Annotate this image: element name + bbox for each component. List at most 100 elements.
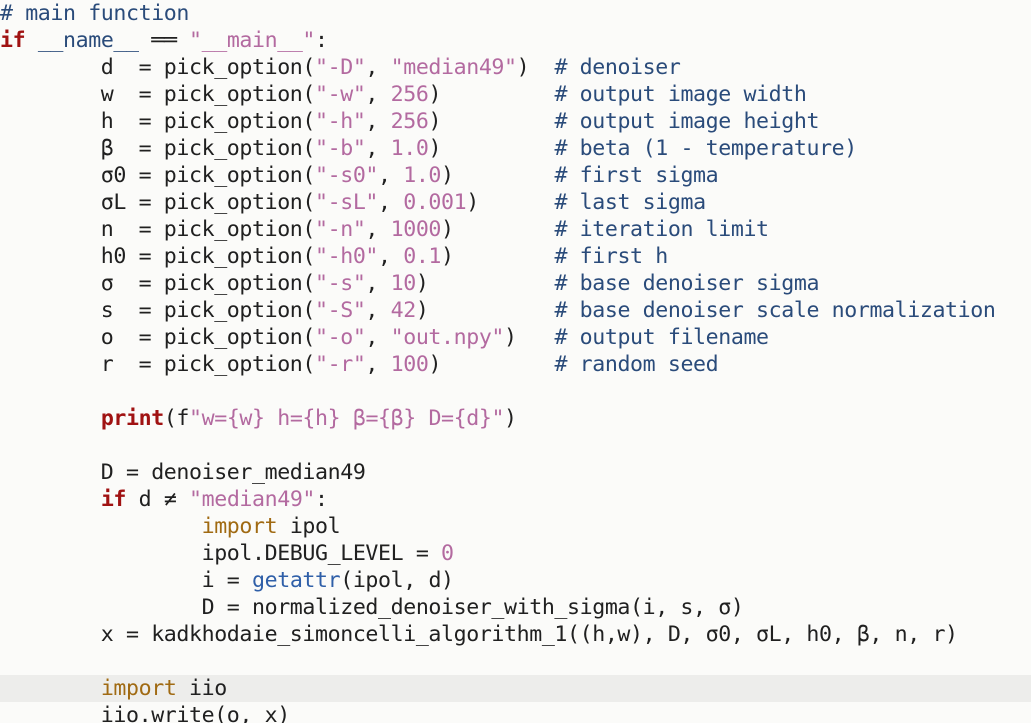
code-line[interactable]: n = pick_option("-n", 1000) # iteration …	[0, 216, 1031, 243]
token-plain: )	[415, 271, 555, 296]
token-plain: )	[441, 217, 555, 242]
code-line-text: iio.write(o, x)	[0, 702, 290, 723]
token-plain: i =	[0, 568, 253, 593]
token-plain: ,	[378, 244, 404, 269]
token-string: "-sL"	[315, 190, 379, 215]
token-comment: # first h	[554, 244, 668, 269]
token-comment: # denoiser	[554, 55, 681, 80]
token-plain: r = pick_option(	[0, 352, 316, 377]
token-plain: D = denoiser_median49	[0, 460, 366, 485]
code-line-text: # main function	[0, 0, 189, 27]
token-plain: D = normalized_denoiser_with_sigma(i, s,…	[0, 595, 744, 620]
token-plain: h = pick_option(	[0, 109, 316, 134]
token-string: "-n"	[315, 217, 366, 242]
token-kw-import: import	[100, 676, 177, 701]
code-line[interactable]: D = denoiser_median49	[0, 459, 1031, 486]
current-code-line[interactable]: import iio	[0, 675, 1031, 702]
token-comment: # first sigma	[554, 163, 719, 188]
token-string: "-S"	[315, 298, 366, 323]
token-string: "median49"	[189, 487, 316, 512]
token-plain: ,	[365, 82, 391, 107]
token-string: "w={w} h={h} β={β} D={d}"	[189, 406, 505, 431]
token-number: 1.0	[390, 136, 429, 161]
token-plain: ,	[378, 190, 404, 215]
token-string: "__main__"	[189, 28, 316, 53]
token-comment: # beta (1 - temperature)	[554, 136, 857, 161]
token-plain: β = pick_option(	[0, 136, 316, 161]
code-line[interactable]: w = pick_option("-w", 256) # output imag…	[0, 81, 1031, 108]
code-line-text: σL = pick_option("-sL", 0.001) # last si…	[0, 189, 706, 216]
token-kw-bold: if	[0, 28, 26, 53]
token-plain: )	[516, 55, 555, 80]
code-line[interactable]: β = pick_option("-b", 1.0) # beta (1 - t…	[0, 135, 1031, 162]
code-line[interactable]: σ = pick_option("-s", 10) # base denoise…	[0, 270, 1031, 297]
token-plain: w = pick_option(	[0, 82, 316, 107]
token-plain: )	[415, 298, 555, 323]
code-editor[interactable]: # main function if __name__ ══ "__main__"…	[0, 0, 1031, 723]
code-line[interactable]	[0, 432, 1031, 459]
code-line[interactable]: r = pick_option("-r", 100) # random seed	[0, 351, 1031, 378]
code-line[interactable]: o = pick_option("-o", "out.npy") # outpu…	[0, 324, 1031, 351]
token-string: "-h0"	[315, 244, 379, 269]
token-comment: # output image height	[554, 109, 820, 134]
token-plain: )	[504, 406, 517, 431]
code-line[interactable]	[0, 648, 1031, 675]
code-line[interactable]: σL = pick_option("-sL", 0.001) # last si…	[0, 189, 1031, 216]
token-plain: ipol	[277, 514, 341, 539]
token-number: 1000	[390, 217, 442, 242]
token-plain: h0 = pick_option(	[0, 244, 316, 269]
token-kw-bold: if	[100, 487, 127, 512]
code-line-text: D = denoiser_median49	[0, 459, 366, 486]
code-line[interactable]: s = pick_option("-S", 42) # base denoise…	[0, 297, 1031, 324]
code-line-text: σ0 = pick_option("-s0", 1.0) # first sig…	[0, 162, 719, 189]
code-line[interactable]: i = getattr(ipol, d)	[0, 567, 1031, 594]
code-line-text: β = pick_option("-b", 1.0) # beta (1 - t…	[0, 135, 857, 162]
code-line[interactable]: print(f"w={w} h={h} β={β} D={d}")	[0, 405, 1031, 432]
token-plain: ,	[365, 55, 391, 80]
token-comment: # iteration limit	[554, 217, 769, 242]
code-line[interactable]: d = pick_option("-D", "median49") # deno…	[0, 54, 1031, 81]
code-line[interactable]: iio.write(o, x)	[0, 702, 1031, 723]
code-line[interactable]: x = kadkhodaie_simoncelli_algorithm_1((h…	[0, 621, 1031, 648]
code-line[interactable]: # main function	[0, 0, 1031, 27]
code-line-text: h = pick_option("-h", 256) # output imag…	[0, 108, 820, 135]
token-number: 1.0	[403, 163, 442, 188]
token-plain: ,	[365, 271, 391, 296]
token-comment: # base denoiser sigma	[554, 271, 820, 296]
token-string: "out.npy"	[390, 325, 505, 350]
code-line-text: n = pick_option("-n", 1000) # iteration …	[0, 216, 769, 243]
code-line[interactable]: if __name__ ══ "__main__":	[0, 27, 1031, 54]
code-line-text: print(f"w={w} h={h} β={β} D={d}")	[0, 405, 517, 432]
code-line[interactable]	[0, 378, 1031, 405]
token-string: "-r"	[315, 352, 366, 377]
code-line[interactable]: if d ≠ "median49":	[0, 486, 1031, 513]
token-plain: ,	[378, 163, 404, 188]
token-number: 10	[390, 271, 417, 296]
token-plain: iio.write(o, x)	[0, 703, 290, 723]
code-line[interactable]: import ipol	[0, 513, 1031, 540]
token-plain: o = pick_option(	[0, 325, 316, 350]
code-line[interactable]: h = pick_option("-h", 256) # output imag…	[0, 108, 1031, 135]
token-plain: d ≠	[126, 487, 190, 512]
code-line-text: σ = pick_option("-s", 10) # base denoise…	[0, 270, 820, 297]
token-number: 0.1	[403, 244, 442, 269]
token-plain: ipol.DEBUG_LEVEL =	[0, 541, 442, 566]
code-line[interactable]: ipol.DEBUG_LEVEL = 0	[0, 540, 1031, 567]
token-string: "-s"	[315, 271, 366, 296]
code-line-text: import ipol	[0, 513, 341, 540]
code-line-text: w = pick_option("-w", 256) # output imag…	[0, 81, 807, 108]
token-plain: iio	[176, 676, 227, 701]
token-comment: # random seed	[554, 352, 719, 377]
token-plain: :	[315, 487, 328, 512]
token-plain: σL = pick_option(	[0, 190, 316, 215]
token-plain: d = pick_option(	[0, 55, 316, 80]
code-line[interactable]: D = normalized_denoiser_with_sigma(i, s,…	[0, 594, 1031, 621]
code-line[interactable]: σ0 = pick_option("-s0", 1.0) # first sig…	[0, 162, 1031, 189]
token-number: 100	[390, 352, 429, 377]
token-plain: n = pick_option(	[0, 217, 316, 242]
code-line[interactable]: h0 = pick_option("-h0", 0.1) # first h	[0, 243, 1031, 270]
